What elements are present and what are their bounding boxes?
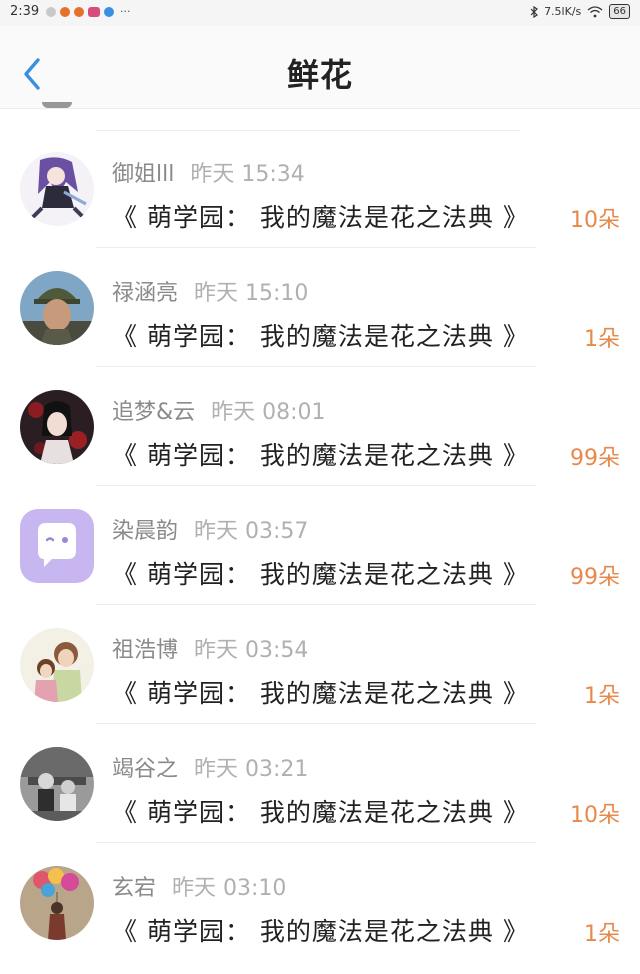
notification-app-icon [104,7,114,17]
notification-app-icon [46,7,56,17]
avatar [20,390,94,464]
list-item[interactable]: 竭谷之 昨天 03:21 《 萌学园： 我的魔法是花之法典 》 10朵 [0,725,640,843]
sender-line: 禄涵亮 昨天 15:10 [112,275,308,307]
notification-app-icon [74,7,84,17]
list-item[interactable]: 玄宕 昨天 03:10 《 萌学园： 我的魔法是花之法典 》 1朵 [0,844,640,962]
timestamp: 昨天 03:57 [194,519,309,544]
flower-amount: 1朵 [584,327,620,352]
avatar [20,152,94,226]
sender-name: 禄涵亮 [112,281,179,306]
sender-name: 御姐lll [112,162,175,187]
status-time: 2:39 [10,4,40,19]
divider [96,247,536,248]
divider [96,604,536,605]
app-header: 鲜花 [0,26,640,109]
flower-amount: 10朵 [570,208,620,233]
list-item[interactable]: 禄涵亮 昨天 15:10 《 萌学园： 我的魔法是花之法典 》 1朵 [0,249,640,367]
wifi-icon [587,5,603,17]
divider [96,842,536,843]
sender-line: 玄宕 昨天 03:10 [112,870,286,902]
sender-line: 祖浩博 昨天 03:54 [112,632,308,664]
timestamp: 昨天 08:01 [211,400,326,425]
flower-amount: 1朵 [584,684,620,709]
sender-name: 追梦&云 [112,400,196,425]
more-notifications-icon: ··· [120,5,131,18]
battery-indicator: 66 [609,4,630,19]
timestamp: 昨天 03:10 [172,876,287,901]
book-title: 《 萌学园： 我的魔法是花之法典 》 [112,560,529,589]
flower-amount: 99朵 [570,565,620,590]
sender-name: 玄宕 [112,876,157,901]
sender-name: 祖浩博 [112,638,179,663]
avatar [20,509,94,583]
avatar [20,747,94,821]
list-item[interactable]: 御姐lll 昨天 15:34 《 萌学园： 我的魔法是花之法典 》 10朵 [0,130,640,248]
list-item[interactable]: 追梦&云 昨天 08:01 《 萌学园： 我的魔法是花之法典 》 99朵 [0,368,640,486]
timestamp: 昨天 15:34 [190,162,305,187]
book-title: 《 萌学园： 我的魔法是花之法典 》 [112,322,529,351]
divider [96,485,536,486]
network-speed: 7.5lK/s [544,5,582,18]
book-title: 《 萌学园： 我的魔法是花之法典 》 [112,679,529,708]
sender-line: 染晨韵 昨天 03:57 [112,513,308,545]
sender-line: 御姐lll 昨天 15:34 [112,156,305,188]
timestamp: 昨天 03:54 [194,638,309,663]
status-right: 7.5lK/s 66 [530,4,630,19]
book-title: 《 萌学园： 我的魔法是花之法典 》 [112,798,529,827]
divider [96,366,536,367]
timestamp: 昨天 15:10 [194,281,309,306]
timestamp: 昨天 03:21 [194,757,309,782]
notification-icons: ··· [46,5,131,18]
avatar [20,866,94,940]
bluetooth-icon [530,5,539,18]
flower-amount: 1朵 [584,922,620,947]
book-title: 《 萌学园： 我的魔法是花之法典 》 [112,441,529,470]
avatar [42,102,72,108]
flower-amount: 99朵 [570,446,620,471]
book-title: 《 萌学园： 我的魔法是花之法典 》 [112,203,529,232]
notification-app-icon [60,7,70,17]
status-bar: 2:39 ··· 7.5lK/s 66 [0,0,640,26]
sender-line: 竭谷之 昨天 03:21 [112,751,308,783]
list-item[interactable]: 染晨韵 昨天 03:57 《 萌学园： 我的魔法是花之法典 》 99朵 [0,487,640,605]
book-title: 《 萌学园： 我的魔法是花之法典 》 [112,917,529,946]
avatar [20,628,94,702]
flower-amount: 10朵 [570,803,620,828]
divider [96,723,536,724]
list-item[interactable]: 祖浩博 昨天 03:54 《 萌学园： 我的魔法是花之法典 》 1朵 [0,606,640,724]
sender-name: 染晨韵 [112,519,179,544]
page-title: 鲜花 [286,56,353,94]
avatar [20,271,94,345]
notification-app-icon [88,7,100,17]
sender-line: 追梦&云 昨天 08:01 [112,394,326,426]
sender-name: 竭谷之 [112,757,179,782]
